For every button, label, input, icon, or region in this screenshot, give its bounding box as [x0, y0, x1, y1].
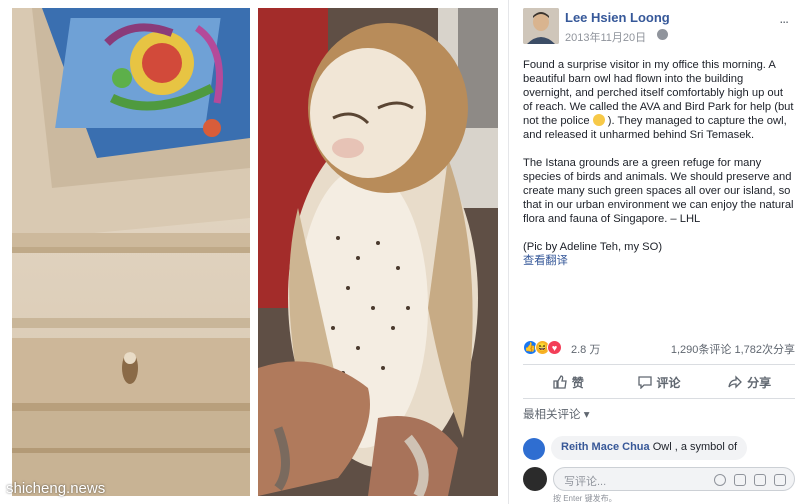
comment-input[interactable]: 写评论...	[553, 467, 795, 491]
share-button[interactable]: 分享	[704, 370, 795, 394]
current-user-avatar	[523, 467, 547, 491]
divider-bottom	[523, 398, 795, 399]
author-avatar-image	[523, 8, 559, 44]
reaction-icons[interactable]: 👍 😆 ♥	[523, 340, 562, 355]
comment-button-label: 评论	[656, 375, 681, 390]
comment-icon	[637, 376, 652, 389]
post-paragraph-2: The Istana grounds are a green refuge fo…	[523, 157, 794, 225]
see-translation-link[interactable]: 查看翻译	[523, 254, 795, 268]
post-body: Found a surprise visitor in my office th…	[523, 58, 795, 268]
commenter-avatar[interactable]	[523, 438, 545, 460]
site-watermark: shicheng.news	[6, 480, 106, 497]
gif-icon[interactable]	[754, 474, 766, 486]
divider-top	[523, 364, 795, 365]
comment-count[interactable]: 1,290条评论	[671, 344, 732, 356]
photo-owl-closeup[interactable]	[258, 8, 498, 496]
emoji-picker-icon[interactable]	[714, 474, 726, 486]
share-icon	[728, 375, 743, 389]
comment-button[interactable]: 评论	[614, 370, 705, 394]
post-panel: Lee Hsien Loong 2013年11月20日 ... Found a …	[508, 0, 800, 504]
love-reaction-icon: ♥	[547, 340, 562, 355]
composer-icons	[714, 474, 786, 486]
post-paragraph-1: Found a surprise visitor in my office th…	[523, 58, 795, 142]
post-credit: (Pic by Adeline Teh, my SO)	[523, 241, 663, 253]
like-button[interactable]: 赞	[523, 370, 614, 394]
share-button-label: 分享	[747, 375, 772, 390]
reactions-summary: 👍 😆 ♥ 2.8 万 1,290条评论 1,782次分享	[523, 340, 795, 356]
commenter-name[interactable]: Reith Mace Chua	[561, 441, 650, 453]
comment-bubble: Reith Mace Chua Owl , a symbol of	[551, 436, 748, 460]
comment-share-counts: 1,290条评论 1,782次分享	[671, 341, 795, 357]
author-name[interactable]: Lee Hsien Loong	[565, 10, 670, 25]
enter-to-post-hint: 按 Enter 键发布。	[553, 494, 617, 503]
like-button-label: 赞	[571, 375, 584, 390]
globe-icon	[657, 29, 668, 40]
owl-photo-illustration	[258, 8, 498, 496]
more-options-icon[interactable]: ...	[779, 10, 789, 26]
photo-ceiling-owl[interactable]	[12, 8, 250, 496]
sticker-icon[interactable]	[774, 474, 786, 486]
reaction-count[interactable]: 2.8 万	[571, 341, 600, 357]
comment-text: Owl , a symbol of	[652, 441, 738, 453]
author-avatar[interactable]	[523, 8, 559, 44]
comment-input-placeholder: 写评论...	[564, 476, 607, 488]
share-count[interactable]: 1,782次分享	[734, 344, 795, 356]
ceiling-photo-illustration	[12, 8, 250, 496]
action-bar: 赞 评论 分享	[523, 370, 795, 394]
post-timestamp[interactable]: 2013年11月20日	[565, 29, 646, 45]
comment-item: Reith Mace Chua Owl , a symbol of	[523, 436, 795, 462]
comment-composer: 写评论...	[523, 465, 795, 493]
post-photos[interactable]	[0, 0, 508, 504]
thumbs-up-icon	[553, 375, 567, 389]
comment-sort-dropdown[interactable]: 最相关评论 ▾	[523, 406, 589, 422]
camera-icon[interactable]	[734, 474, 746, 486]
smile-emoji-icon	[592, 114, 605, 126]
